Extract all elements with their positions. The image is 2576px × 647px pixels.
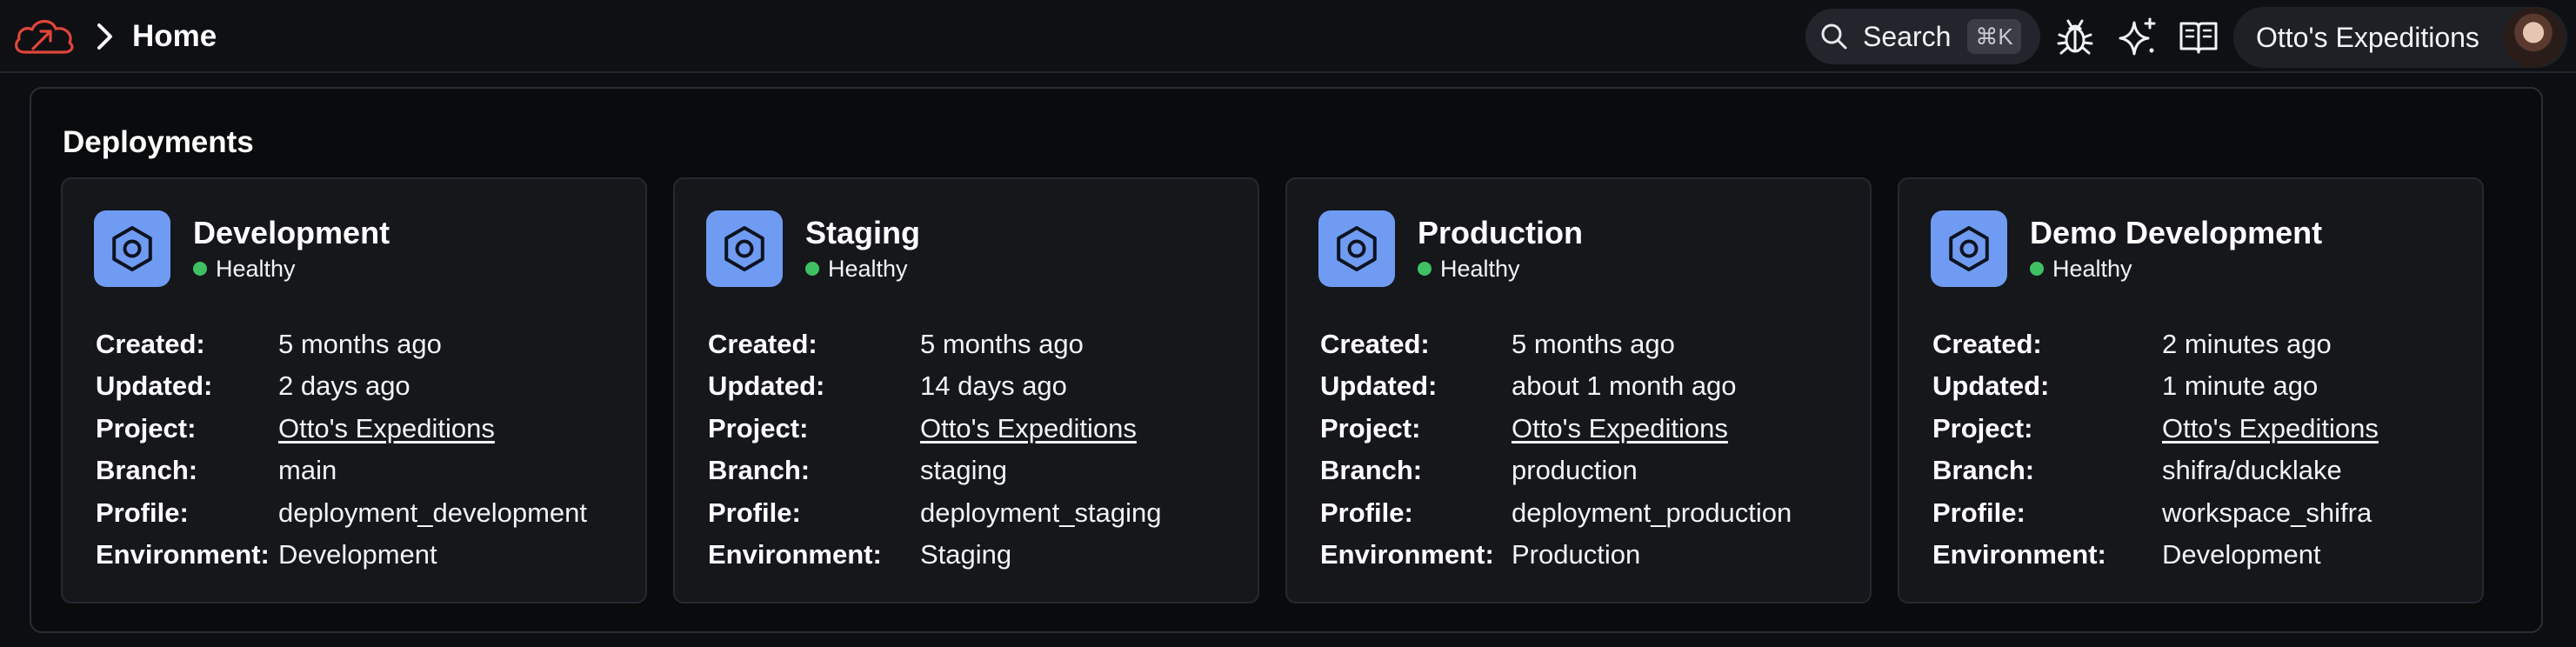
created-label: Created: bbox=[1932, 329, 2042, 359]
hexagon-icon bbox=[1337, 226, 1377, 271]
search-icon bbox=[1821, 23, 1847, 50]
book-icon[interactable] bbox=[2178, 16, 2219, 57]
updated-value: about 1 month ago bbox=[1512, 370, 1737, 402]
environment-value: Development bbox=[278, 539, 437, 570]
created-value: 5 months ago bbox=[278, 329, 442, 359]
deployment-name: Staging bbox=[805, 215, 920, 250]
status-text: Healthy bbox=[1440, 256, 1520, 282]
search-shortcut-badge: ⌘K bbox=[1967, 19, 2021, 54]
environment-label: Environment: bbox=[96, 539, 270, 570]
hexagon-icon bbox=[112, 226, 152, 271]
profile-value: deployment_development bbox=[278, 497, 588, 528]
created-label: Created: bbox=[96, 329, 205, 359]
project-link[interactable]: Otto's Expeditions bbox=[920, 408, 1137, 450]
status-badge: Healthy bbox=[193, 254, 296, 283]
environment-label: Environment: bbox=[1320, 539, 1494, 570]
search-button[interactable]: Search ⌘K bbox=[1805, 9, 2040, 64]
organization-switcher[interactable]: Otto's Expeditions bbox=[2233, 7, 2567, 68]
branch-label: Branch: bbox=[1932, 455, 2035, 486]
status-badge: Healthy bbox=[2030, 254, 2132, 283]
deployment-name: Production bbox=[1418, 215, 1583, 250]
branch-value: production bbox=[1512, 455, 1638, 486]
bug-icon[interactable] bbox=[2054, 16, 2096, 57]
profile-value: deployment_staging bbox=[920, 497, 1162, 528]
status-text: Healthy bbox=[828, 256, 908, 282]
profile-value: workspace_shifra bbox=[2162, 497, 2372, 528]
environment-label: Environment: bbox=[708, 539, 882, 570]
updated-label: Updated: bbox=[708, 370, 825, 402]
hexagon-icon bbox=[724, 226, 764, 271]
status-text: Healthy bbox=[216, 256, 296, 282]
deployment-icon-tile bbox=[1318, 210, 1395, 287]
sparkles-icon[interactable] bbox=[2117, 16, 2159, 57]
project-label: Project: bbox=[1320, 412, 1421, 444]
chevron-right-icon bbox=[97, 23, 112, 50]
updated-value: 2 days ago bbox=[278, 370, 410, 402]
status-dot bbox=[805, 262, 819, 276]
environment-value: Production bbox=[1512, 539, 1641, 570]
branch-value: shifra/ducklake bbox=[2162, 455, 2342, 486]
deployments-panel: Deployments Development Healthy Created:… bbox=[30, 87, 2543, 633]
panel-title: Deployments bbox=[63, 125, 254, 159]
project-link[interactable]: Otto's Expeditions bbox=[1512, 408, 1728, 450]
project-label: Project: bbox=[1932, 412, 2033, 444]
deployment-icon-tile bbox=[706, 210, 783, 287]
updated-label: Updated: bbox=[1932, 370, 2050, 402]
environment-value: Development bbox=[2162, 539, 2321, 570]
created-value: 2 minutes ago bbox=[2162, 329, 2332, 359]
status-badge: Healthy bbox=[805, 254, 908, 283]
profile-label: Profile: bbox=[1932, 497, 2025, 528]
status-dot bbox=[1418, 262, 1431, 276]
created-value: 5 months ago bbox=[920, 329, 1084, 359]
top-navigation-bar: Home Search ⌘K Otto's Expeditions bbox=[0, 0, 2576, 73]
status-badge: Healthy bbox=[1418, 254, 1520, 283]
deployment-name: Development bbox=[193, 215, 390, 250]
updated-value: 1 minute ago bbox=[2162, 370, 2319, 402]
created-label: Created: bbox=[1320, 329, 1430, 359]
profile-label: Profile: bbox=[96, 497, 189, 528]
branch-label: Branch: bbox=[96, 455, 198, 486]
updated-label: Updated: bbox=[1320, 370, 1438, 402]
project-label: Project: bbox=[96, 412, 197, 444]
branch-label: Branch: bbox=[708, 455, 811, 486]
status-text: Healthy bbox=[2052, 256, 2132, 282]
status-dot bbox=[193, 262, 207, 276]
branch-value: main bbox=[278, 455, 337, 486]
organization-name: Otto's Expeditions bbox=[2256, 22, 2479, 53]
deployment-icon-tile bbox=[1931, 210, 2007, 287]
updated-value: 14 days ago bbox=[920, 370, 1067, 402]
environment-label: Environment: bbox=[1932, 539, 2106, 570]
profile-value: deployment_production bbox=[1512, 497, 1792, 528]
deployment-card-development[interactable]: Development Healthy Created: 5 months ago… bbox=[61, 177, 647, 604]
profile-label: Profile: bbox=[1320, 497, 1413, 528]
branch-label: Branch: bbox=[1320, 455, 1423, 486]
project-label: Project: bbox=[708, 412, 809, 444]
search-label: Search bbox=[1863, 21, 1952, 52]
project-link[interactable]: Otto's Expeditions bbox=[2162, 408, 2379, 450]
deployment-name: Demo Development bbox=[2030, 215, 2323, 250]
status-dot bbox=[2030, 262, 2044, 276]
deployment-card-staging[interactable]: Staging Healthy Created: 5 months ago Upda… bbox=[673, 177, 1259, 604]
deployment-card-production[interactable]: Production Healthy Created: 5 months ago U… bbox=[1285, 177, 1872, 604]
deployment-icon-tile bbox=[94, 210, 170, 287]
created-value: 5 months ago bbox=[1512, 329, 1675, 359]
branch-value: staging bbox=[920, 455, 1007, 486]
project-link[interactable]: Otto's Expeditions bbox=[278, 408, 495, 450]
avatar[interactable] bbox=[2503, 7, 2564, 68]
environment-value: Staging bbox=[920, 539, 1012, 570]
created-label: Created: bbox=[708, 329, 818, 359]
hexagon-icon bbox=[1949, 226, 1989, 271]
breadcrumb-home[interactable]: Home bbox=[132, 17, 217, 56]
deployment-card-demo-development[interactable]: Demo Development Healthy Created: 2 minut… bbox=[1898, 177, 2484, 604]
updated-label: Updated: bbox=[96, 370, 213, 402]
profile-label: Profile: bbox=[708, 497, 801, 528]
cloud-logo-icon[interactable] bbox=[12, 14, 77, 59]
